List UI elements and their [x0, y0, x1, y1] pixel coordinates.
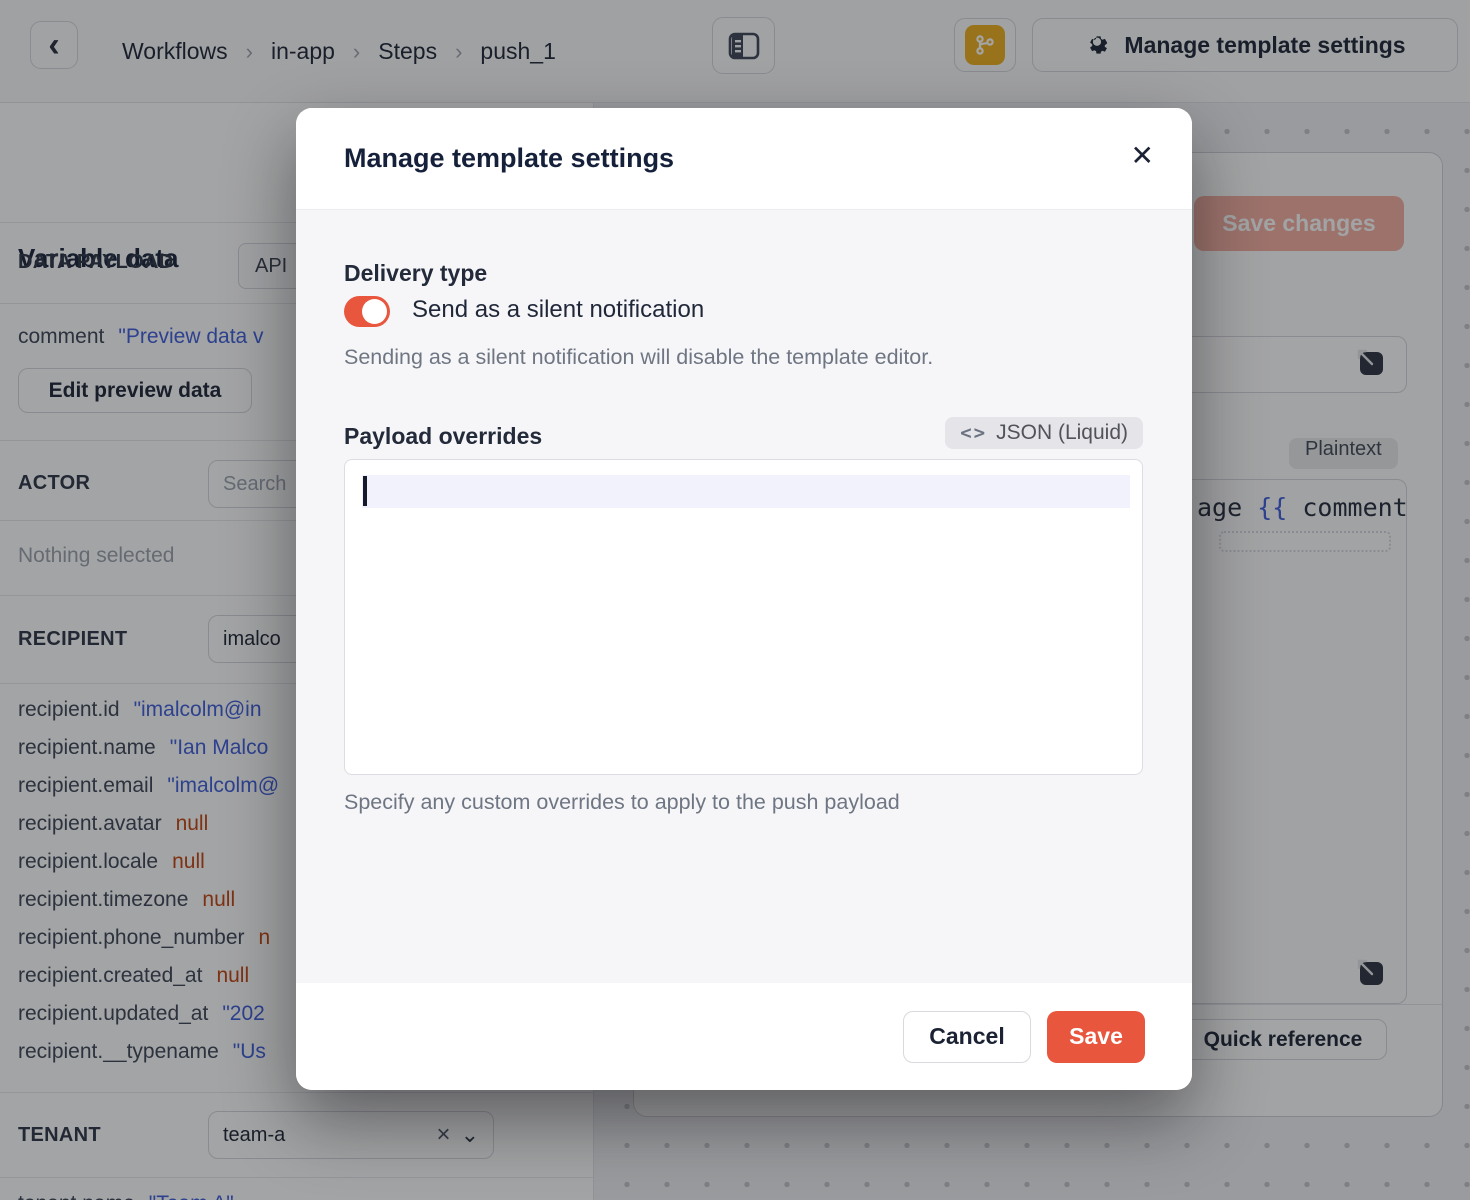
silent-notification-label: Send as a silent notification — [412, 296, 704, 324]
delivery-helper-text: Sending as a silent notification will di… — [344, 345, 933, 370]
code-brackets-icon: <> — [960, 422, 987, 444]
language-chip: <> JSON (Liquid) — [945, 417, 1143, 449]
payload-overrides-editor[interactable] — [344, 459, 1143, 775]
dialog-title: Manage template settings — [344, 143, 674, 174]
dialog-footer: Cancel Save — [296, 983, 1192, 1090]
app-window: ‹ Workflows › in-app › Steps › push_1 — [0, 0, 1470, 1200]
dialog-header: Manage template settings ✕ — [296, 108, 1192, 210]
manage-template-settings-dialog: Manage template settings ✕ Delivery type… — [296, 108, 1192, 1090]
toggle-knob — [362, 299, 387, 324]
cancel-button[interactable]: Cancel — [903, 1011, 1031, 1063]
close-icon[interactable]: ✕ — [1131, 142, 1154, 170]
payload-helper-text: Specify any custom overrides to apply to… — [344, 790, 900, 815]
silent-notification-toggle[interactable] — [344, 296, 390, 327]
text-cursor — [363, 476, 367, 506]
payload-overrides-heading: Payload overrides — [344, 423, 542, 450]
editor-active-line — [362, 475, 1130, 508]
save-button[interactable]: Save — [1047, 1011, 1145, 1063]
language-chip-label: JSON (Liquid) — [996, 421, 1128, 445]
delivery-type-heading: Delivery type — [344, 260, 487, 287]
